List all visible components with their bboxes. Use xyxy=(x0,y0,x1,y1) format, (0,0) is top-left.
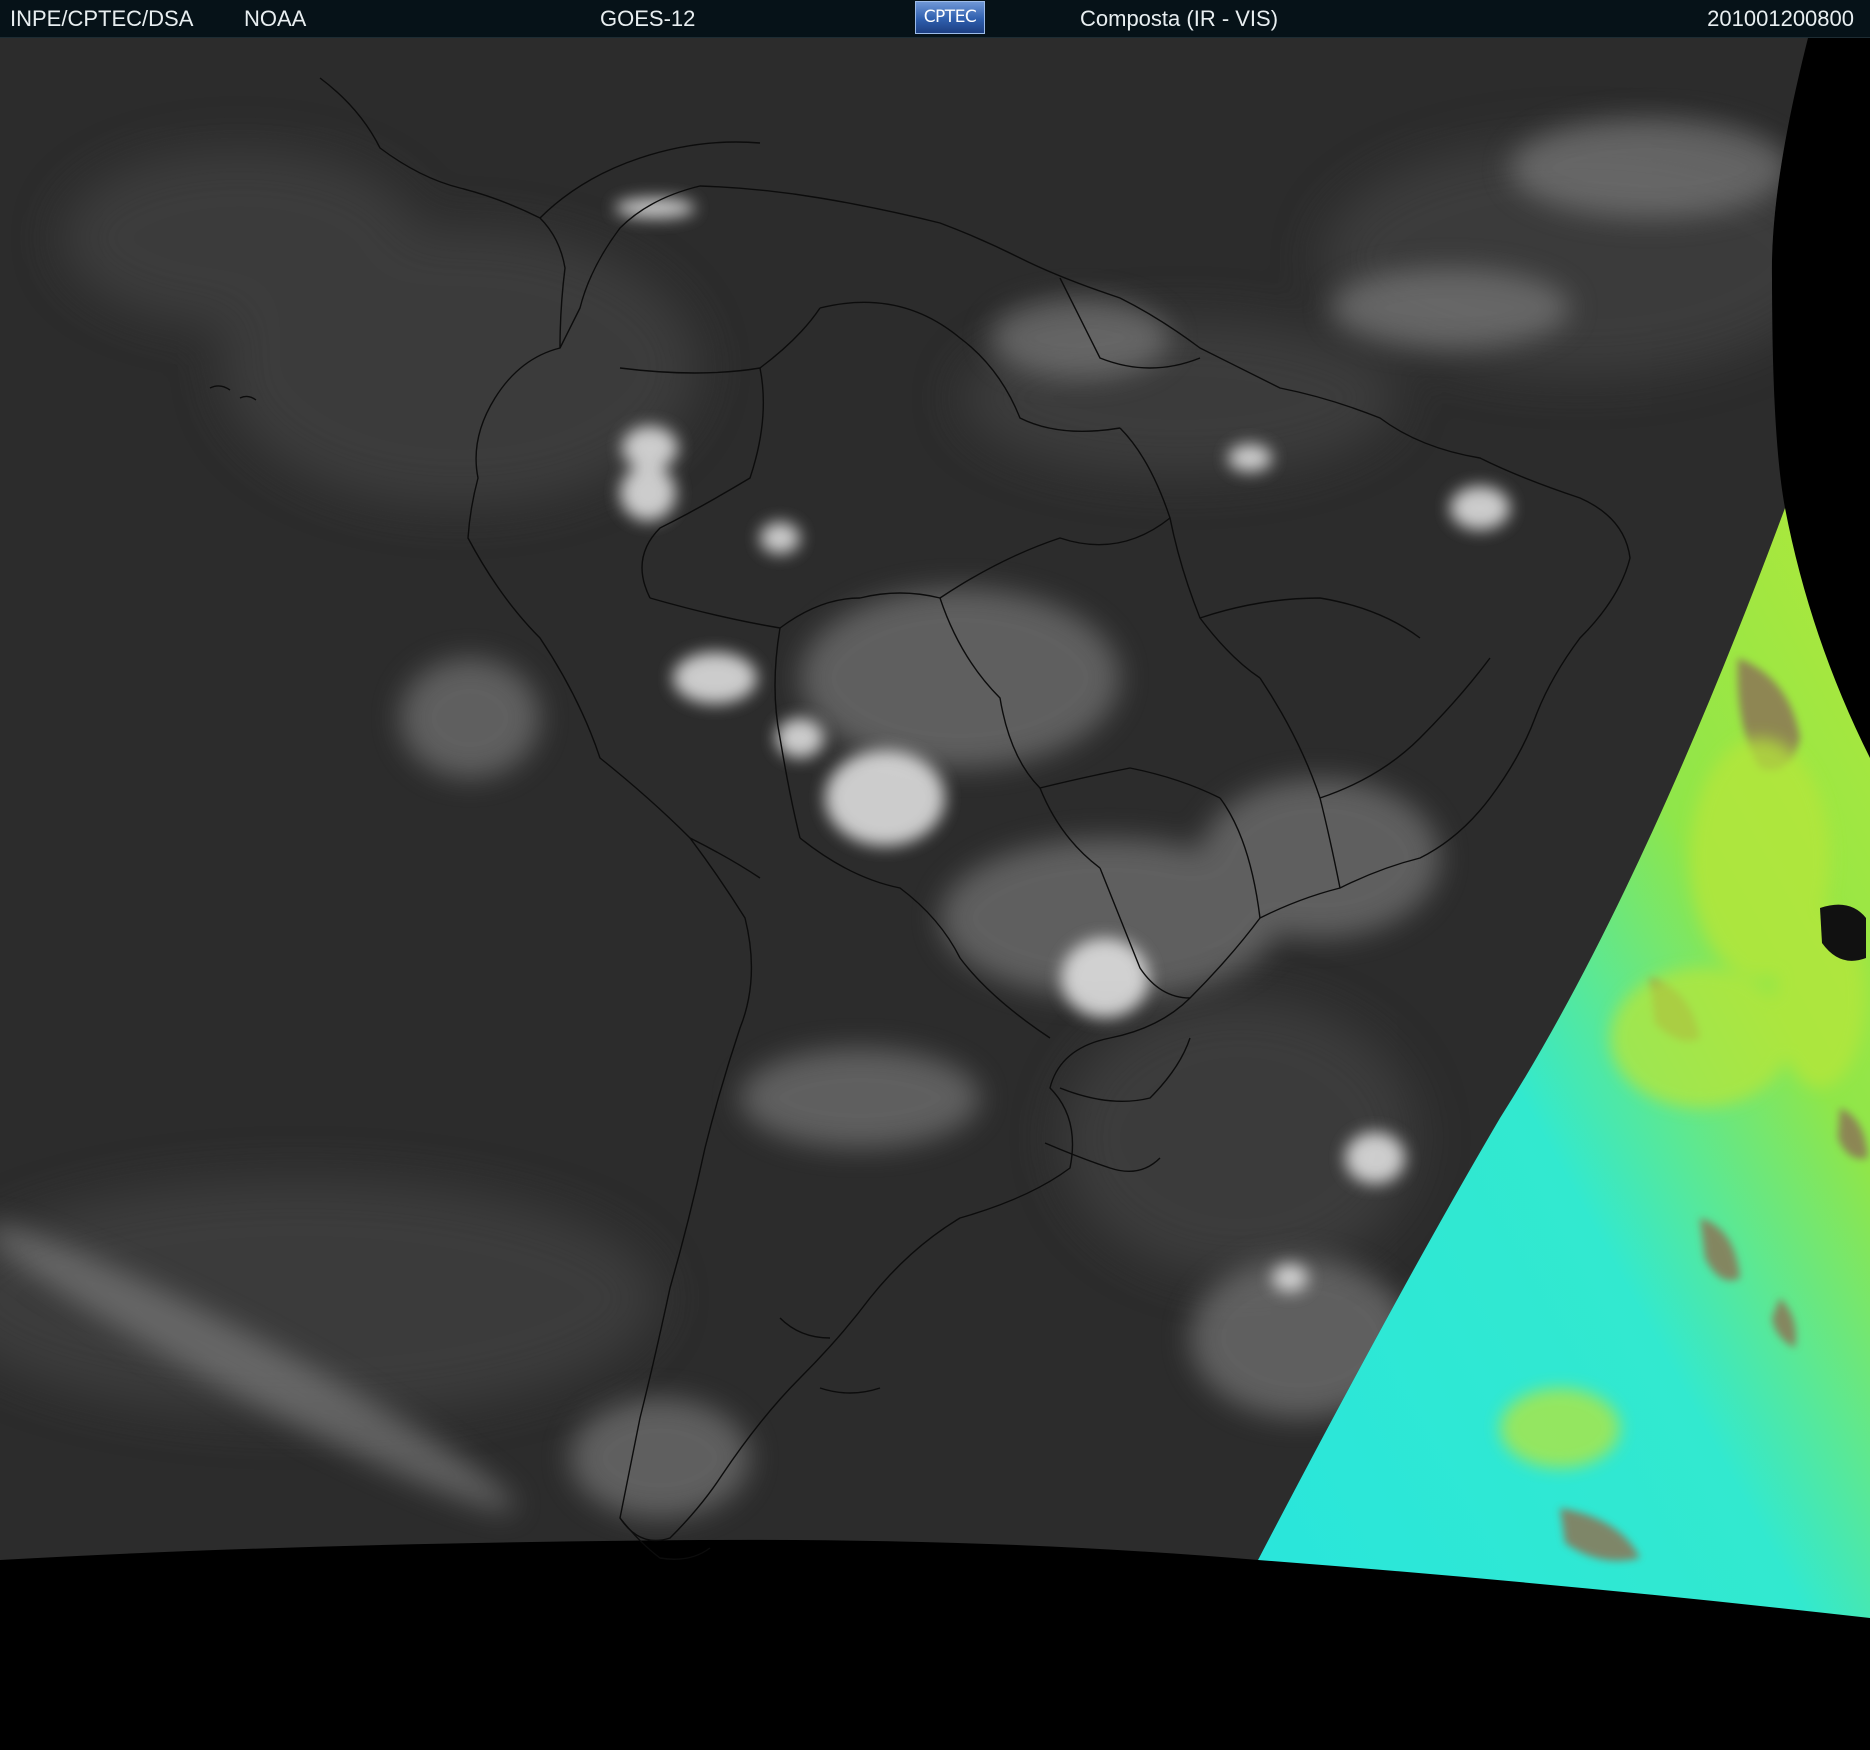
satellite-image xyxy=(0,38,1870,1750)
partner-label: NOAA xyxy=(244,6,307,31)
agency-label: INPE/CPTEC/DSA xyxy=(10,6,194,31)
product-label: Composta (IR - VIS) xyxy=(1080,6,1279,31)
satellite-label: GOES-12 xyxy=(600,6,696,31)
cptec-logo: CPTEC xyxy=(915,1,985,34)
cptec-logo-text: CPTEC xyxy=(923,7,977,27)
timestamp-label: 201001200800 xyxy=(1707,6,1854,31)
image-header-bar: INPE/CPTEC/DSA NOAA GOES-12 CPTEC Compos… xyxy=(0,0,1870,38)
